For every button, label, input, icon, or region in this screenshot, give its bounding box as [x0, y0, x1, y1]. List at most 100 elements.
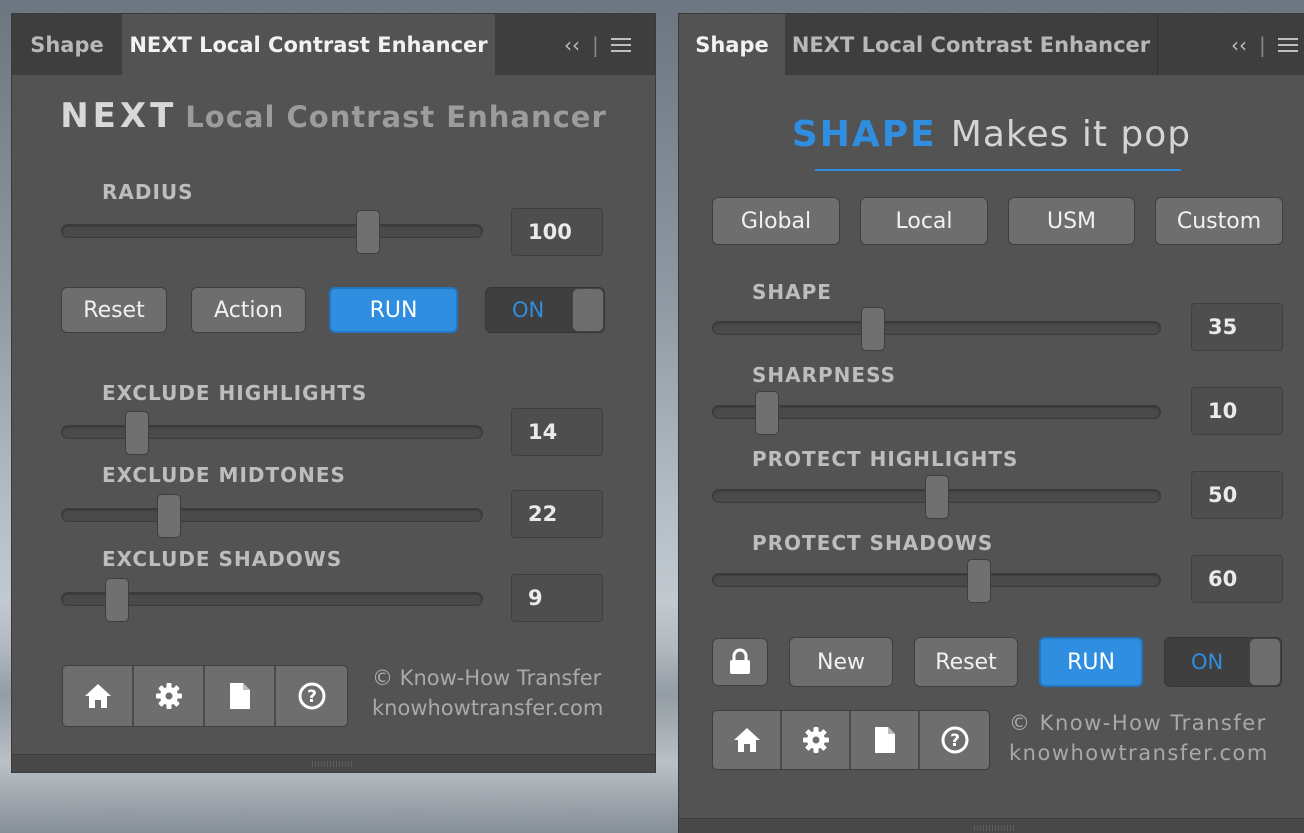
value-field-exclude-highlights[interactable]: 14 [511, 408, 603, 456]
credit-text: © Know-How Transfer knowhowtransfer.com [372, 663, 603, 723]
slider-label-sharpness: SHARPNESS [752, 363, 896, 387]
value-field-radius[interactable]: 100 [511, 208, 603, 256]
slider-label-exclude-shadows: EXCLUDE SHADOWS [102, 547, 343, 571]
settings-button[interactable] [134, 666, 205, 726]
lock-button[interactable] [712, 638, 768, 686]
on-off-toggle[interactable]: ON [1164, 637, 1282, 687]
reset-button[interactable]: Reset [61, 287, 167, 333]
credit-text: © Know-How Transfer knowhowtransfer.com [1009, 708, 1269, 768]
mode-button-custom[interactable]: Custom [1155, 197, 1283, 245]
title-strong: NEXT [60, 96, 178, 136]
slider-track-exclude-midtones[interactable] [61, 508, 483, 522]
slider-thumb-exclude-highlights[interactable] [124, 411, 149, 455]
gear-icon [155, 683, 182, 709]
menu-icon[interactable] [1277, 37, 1298, 52]
on-off-toggle[interactable]: ON [485, 287, 605, 333]
divider-glyph: | [592, 32, 599, 57]
home-icon [84, 684, 111, 708]
help-icon: ? [298, 682, 325, 710]
slider-label-shape: SHAPE [752, 280, 832, 304]
value-field-exclude-midtones[interactable]: 22 [511, 490, 603, 538]
toggle-label: ON [512, 298, 545, 322]
title-strong: SHAPE [791, 114, 937, 155]
panel-resize-strip [12, 754, 655, 772]
document-button[interactable] [205, 666, 276, 726]
tab-shape[interactable]: Shape [12, 14, 122, 75]
document-icon [874, 727, 895, 753]
value-field-protect-highlights[interactable]: 50 [1191, 471, 1283, 519]
panel-title: SHAPE Makes it pop [679, 114, 1304, 155]
slider-label-protect-highlights: PROTECT HIGHLIGHTS [752, 447, 1019, 471]
slider-thumb-protect-shadows[interactable] [967, 559, 991, 603]
slider-thumb-exclude-shadows[interactable] [104, 578, 129, 622]
slider-thumb-exclude-midtones[interactable] [156, 494, 181, 538]
tab-divider [1157, 14, 1158, 75]
value-field-exclude-shadows[interactable]: 9 [511, 574, 603, 622]
panel-title: NEXT Local Contrast Enhancer [12, 96, 655, 136]
credit-website[interactable]: knowhowtransfer.com [372, 693, 603, 723]
panel-local-contrast-enhancer: Shape NEXT Local Contrast Enhancer ‹‹ | … [12, 14, 655, 772]
reset-button[interactable]: Reset [914, 637, 1018, 687]
home-button[interactable] [713, 711, 782, 769]
tab-shape[interactable]: Shape [679, 14, 785, 75]
home-button[interactable] [63, 666, 134, 726]
slider-label-protect-shadows: PROTECT SHADOWS [752, 531, 994, 555]
panel-controls: ‹‹ | [564, 14, 631, 75]
mode-button-global[interactable]: Global [712, 197, 840, 245]
divider-glyph: | [1259, 32, 1266, 57]
menu-icon[interactable] [610, 37, 631, 52]
tab-next-lce[interactable]: NEXT Local Contrast Enhancer [122, 14, 495, 75]
credit-website[interactable]: knowhowtransfer.com [1009, 738, 1269, 768]
slider-thumb-shape[interactable] [860, 307, 885, 351]
home-icon [733, 728, 760, 752]
resize-grip[interactable] [974, 825, 1014, 831]
slider-track-sharpness[interactable] [712, 405, 1161, 419]
slider-track-shape[interactable] [712, 321, 1161, 335]
slider-track-radius[interactable] [61, 224, 483, 238]
run-button[interactable]: RUN [329, 287, 458, 333]
gear-icon [802, 727, 829, 753]
value-field-shape[interactable]: 35 [1191, 303, 1283, 351]
credit-copyright: © Know-How Transfer [372, 666, 602, 690]
panel-tabbar: Shape NEXT Local Contrast Enhancer ‹‹ | [12, 14, 655, 75]
value-field-sharpness[interactable]: 10 [1191, 387, 1283, 435]
settings-button[interactable] [782, 711, 851, 769]
bottom-icon-bar: ? [712, 710, 990, 770]
svg-text:?: ? [950, 731, 960, 751]
slider-thumb-protect-highlights[interactable] [924, 475, 949, 519]
help-icon: ? [941, 726, 968, 754]
resize-grip[interactable] [312, 761, 352, 767]
toggle-knob[interactable] [572, 288, 604, 332]
tab-next-lce[interactable]: NEXT Local Contrast Enhancer [785, 14, 1157, 75]
title-underline [815, 169, 1181, 171]
document-button[interactable] [851, 711, 920, 769]
slider-thumb-radius[interactable] [355, 210, 380, 254]
slider-label-exclude-highlights: EXCLUDE HIGHLIGHTS [102, 381, 368, 405]
svg-text:?: ? [307, 687, 317, 707]
run-button[interactable]: RUN [1039, 637, 1143, 687]
value-field-protect-shadows[interactable]: 60 [1191, 555, 1283, 603]
help-button[interactable]: ? [920, 711, 989, 769]
credit-copyright: © Know-How Transfer [1009, 711, 1267, 735]
slider-thumb-sharpness[interactable] [754, 391, 779, 435]
toggle-label: ON [1191, 650, 1224, 674]
toggle-knob[interactable] [1249, 638, 1281, 686]
document-icon [229, 683, 250, 709]
slider-track-protect-shadows[interactable] [712, 573, 1161, 587]
help-button[interactable]: ? [276, 666, 347, 726]
panel-shape: Shape NEXT Local Contrast Enhancer ‹‹ | … [679, 14, 1304, 833]
mode-button-local[interactable]: Local [860, 197, 988, 245]
action-button[interactable]: Action [191, 287, 306, 333]
collapse-icon[interactable]: ‹‹ [1231, 33, 1247, 57]
title-light: Local Contrast Enhancer [185, 100, 607, 134]
lock-icon [730, 648, 750, 674]
panel-tabbar: Shape NEXT Local Contrast Enhancer ‹‹ | [679, 14, 1304, 75]
new-button[interactable]: New [789, 637, 893, 687]
panel-controls: ‹‹ | [1231, 14, 1298, 75]
slider-label-exclude-midtones: EXCLUDE MIDTONES [102, 463, 346, 487]
collapse-icon[interactable]: ‹‹ [564, 33, 580, 57]
title-light: Makes it pop [950, 114, 1192, 155]
panel-resize-strip [679, 818, 1304, 833]
bottom-icon-bar: ? [62, 665, 348, 727]
mode-button-usm[interactable]: USM [1008, 197, 1135, 245]
